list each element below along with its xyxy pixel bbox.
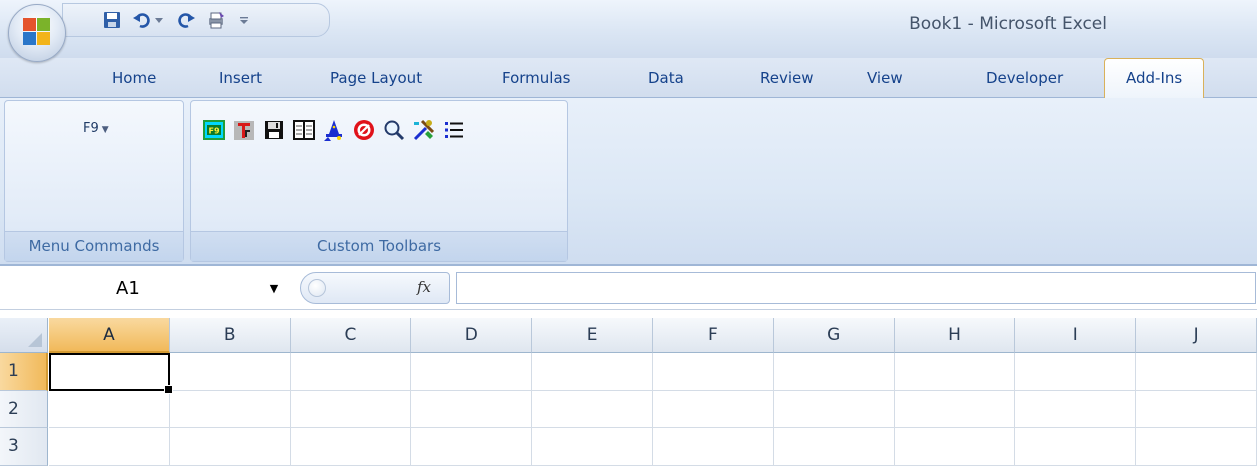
window-title: Book1 - Microsoft Excel (909, 14, 1107, 34)
cell-j2[interactable] (1136, 390, 1257, 428)
group-custom-toolbars: F9 Custom Toolbars (190, 100, 568, 262)
row-header-2[interactable]: 2 (0, 390, 48, 428)
cell-f2[interactable] (653, 390, 774, 428)
undo-dropdown-icon[interactable] (151, 8, 167, 32)
magnify-icon[interactable] (379, 115, 409, 145)
save-icon[interactable] (99, 8, 125, 32)
column-header-j[interactable]: J (1136, 318, 1257, 353)
tab-view[interactable]: View (867, 69, 903, 87)
office-logo-icon (23, 18, 51, 46)
tab-data[interactable]: Data (648, 69, 684, 87)
column-header-d[interactable]: D (411, 318, 533, 353)
quick-access-toolbar (62, 3, 330, 37)
formula-bar: A1 ▼ fx (0, 268, 1257, 310)
cell-e3[interactable] (532, 428, 653, 466)
cell-e2[interactable] (532, 390, 653, 428)
f9-menu-button[interactable]: F9 ▼ (83, 121, 109, 136)
cell-b2[interactable] (169, 390, 291, 428)
row-header-1[interactable]: 1 (0, 353, 48, 391)
cell-e1[interactable] (532, 353, 653, 391)
cell-i2[interactable] (1015, 390, 1137, 428)
stop-icon[interactable] (349, 115, 379, 145)
cell-c2[interactable] (290, 390, 412, 428)
cell-b3[interactable] (169, 428, 291, 466)
columns-icon[interactable] (289, 115, 319, 145)
column-header-e[interactable]: E (532, 318, 653, 353)
cell-f3[interactable] (653, 428, 774, 466)
name-box[interactable]: A1 ▼ (0, 272, 290, 304)
cell-a1[interactable] (49, 353, 170, 391)
column-header-a[interactable]: A (49, 318, 170, 353)
column-header-i[interactable]: I (1015, 318, 1137, 353)
cell-g3[interactable] (773, 428, 895, 466)
formula-expand-handle[interactable] (308, 279, 326, 297)
worksheet-grid: ABCDEFGHIJ 123 (0, 310, 1257, 474)
tab-formulas[interactable]: Formulas (502, 69, 570, 87)
custom-toolbar-icons: F9 (199, 115, 469, 145)
cell-j1[interactable] (1136, 353, 1257, 391)
tab-developer[interactable]: Developer (986, 69, 1063, 87)
f9-menu-label: F9 (83, 121, 99, 136)
tab-home[interactable]: Home (112, 69, 156, 87)
group-label-menu-commands: Menu Commands (5, 231, 183, 261)
cell-i3[interactable] (1015, 428, 1137, 466)
name-box-value: A1 (116, 278, 140, 299)
svg-text:F9: F9 (208, 127, 219, 136)
chevron-down-icon[interactable]: ▼ (262, 276, 286, 300)
office-button[interactable] (8, 4, 66, 62)
cell-a3[interactable] (49, 428, 170, 466)
cell-h1[interactable] (894, 353, 1016, 391)
cell-g1[interactable] (773, 353, 895, 391)
cell-j3[interactable] (1136, 428, 1257, 466)
cell-a2[interactable] (49, 390, 170, 428)
tools-icon[interactable] (409, 115, 439, 145)
ribbon-tabs: Home Insert Page Layout Formulas Data Re… (0, 58, 1257, 99)
tab-insert[interactable]: Insert (219, 69, 262, 87)
formula-input[interactable] (456, 272, 1256, 304)
ribbon-body: F9 ▼ Menu Commands F9 Custom Toolbars (0, 98, 1257, 266)
cell-c1[interactable] (290, 353, 412, 391)
column-header-c[interactable]: C (290, 318, 412, 353)
customize-qat-icon[interactable] (235, 8, 253, 32)
column-header-b[interactable]: B (169, 318, 291, 353)
cell-c3[interactable] (290, 428, 412, 466)
redo-icon[interactable] (173, 8, 199, 32)
cell-g2[interactable] (773, 390, 895, 428)
cell-h3[interactable] (894, 428, 1016, 466)
select-all-corner[interactable] (0, 318, 48, 353)
tab-add-ins[interactable]: Add-Ins (1104, 58, 1205, 99)
tab-page-layout[interactable]: Page Layout (330, 69, 422, 87)
text-format-icon[interactable] (229, 115, 259, 145)
column-header-h[interactable]: H (894, 318, 1016, 353)
group-menu-commands: F9 ▼ Menu Commands (4, 100, 184, 262)
cell-i1[interactable] (1015, 353, 1137, 391)
tab-review[interactable]: Review (760, 69, 814, 87)
title-bar: Book1 - Microsoft Excel (0, 0, 1257, 58)
cell-d3[interactable] (411, 428, 533, 466)
group-label-custom-toolbars: Custom Toolbars (191, 231, 567, 261)
insert-function-button[interactable]: fx (417, 278, 431, 296)
row-header-3[interactable]: 3 (0, 428, 48, 466)
chevron-down-icon: ▼ (101, 125, 109, 135)
cell-h2[interactable] (894, 390, 1016, 428)
column-header-f[interactable]: F (653, 318, 774, 353)
cell-b1[interactable] (169, 353, 291, 391)
column-header-g[interactable]: G (773, 318, 895, 353)
formula-controls: fx (300, 272, 450, 304)
list-icon[interactable] (439, 115, 469, 145)
f9-calc-icon[interactable]: F9 (199, 115, 229, 145)
cell-d2[interactable] (411, 390, 533, 428)
quick-print-icon[interactable] (203, 8, 229, 32)
cell-f1[interactable] (653, 353, 774, 391)
cell-d1[interactable] (411, 353, 533, 391)
wizard-icon[interactable] (319, 115, 349, 145)
save-disk-icon[interactable] (259, 115, 289, 145)
